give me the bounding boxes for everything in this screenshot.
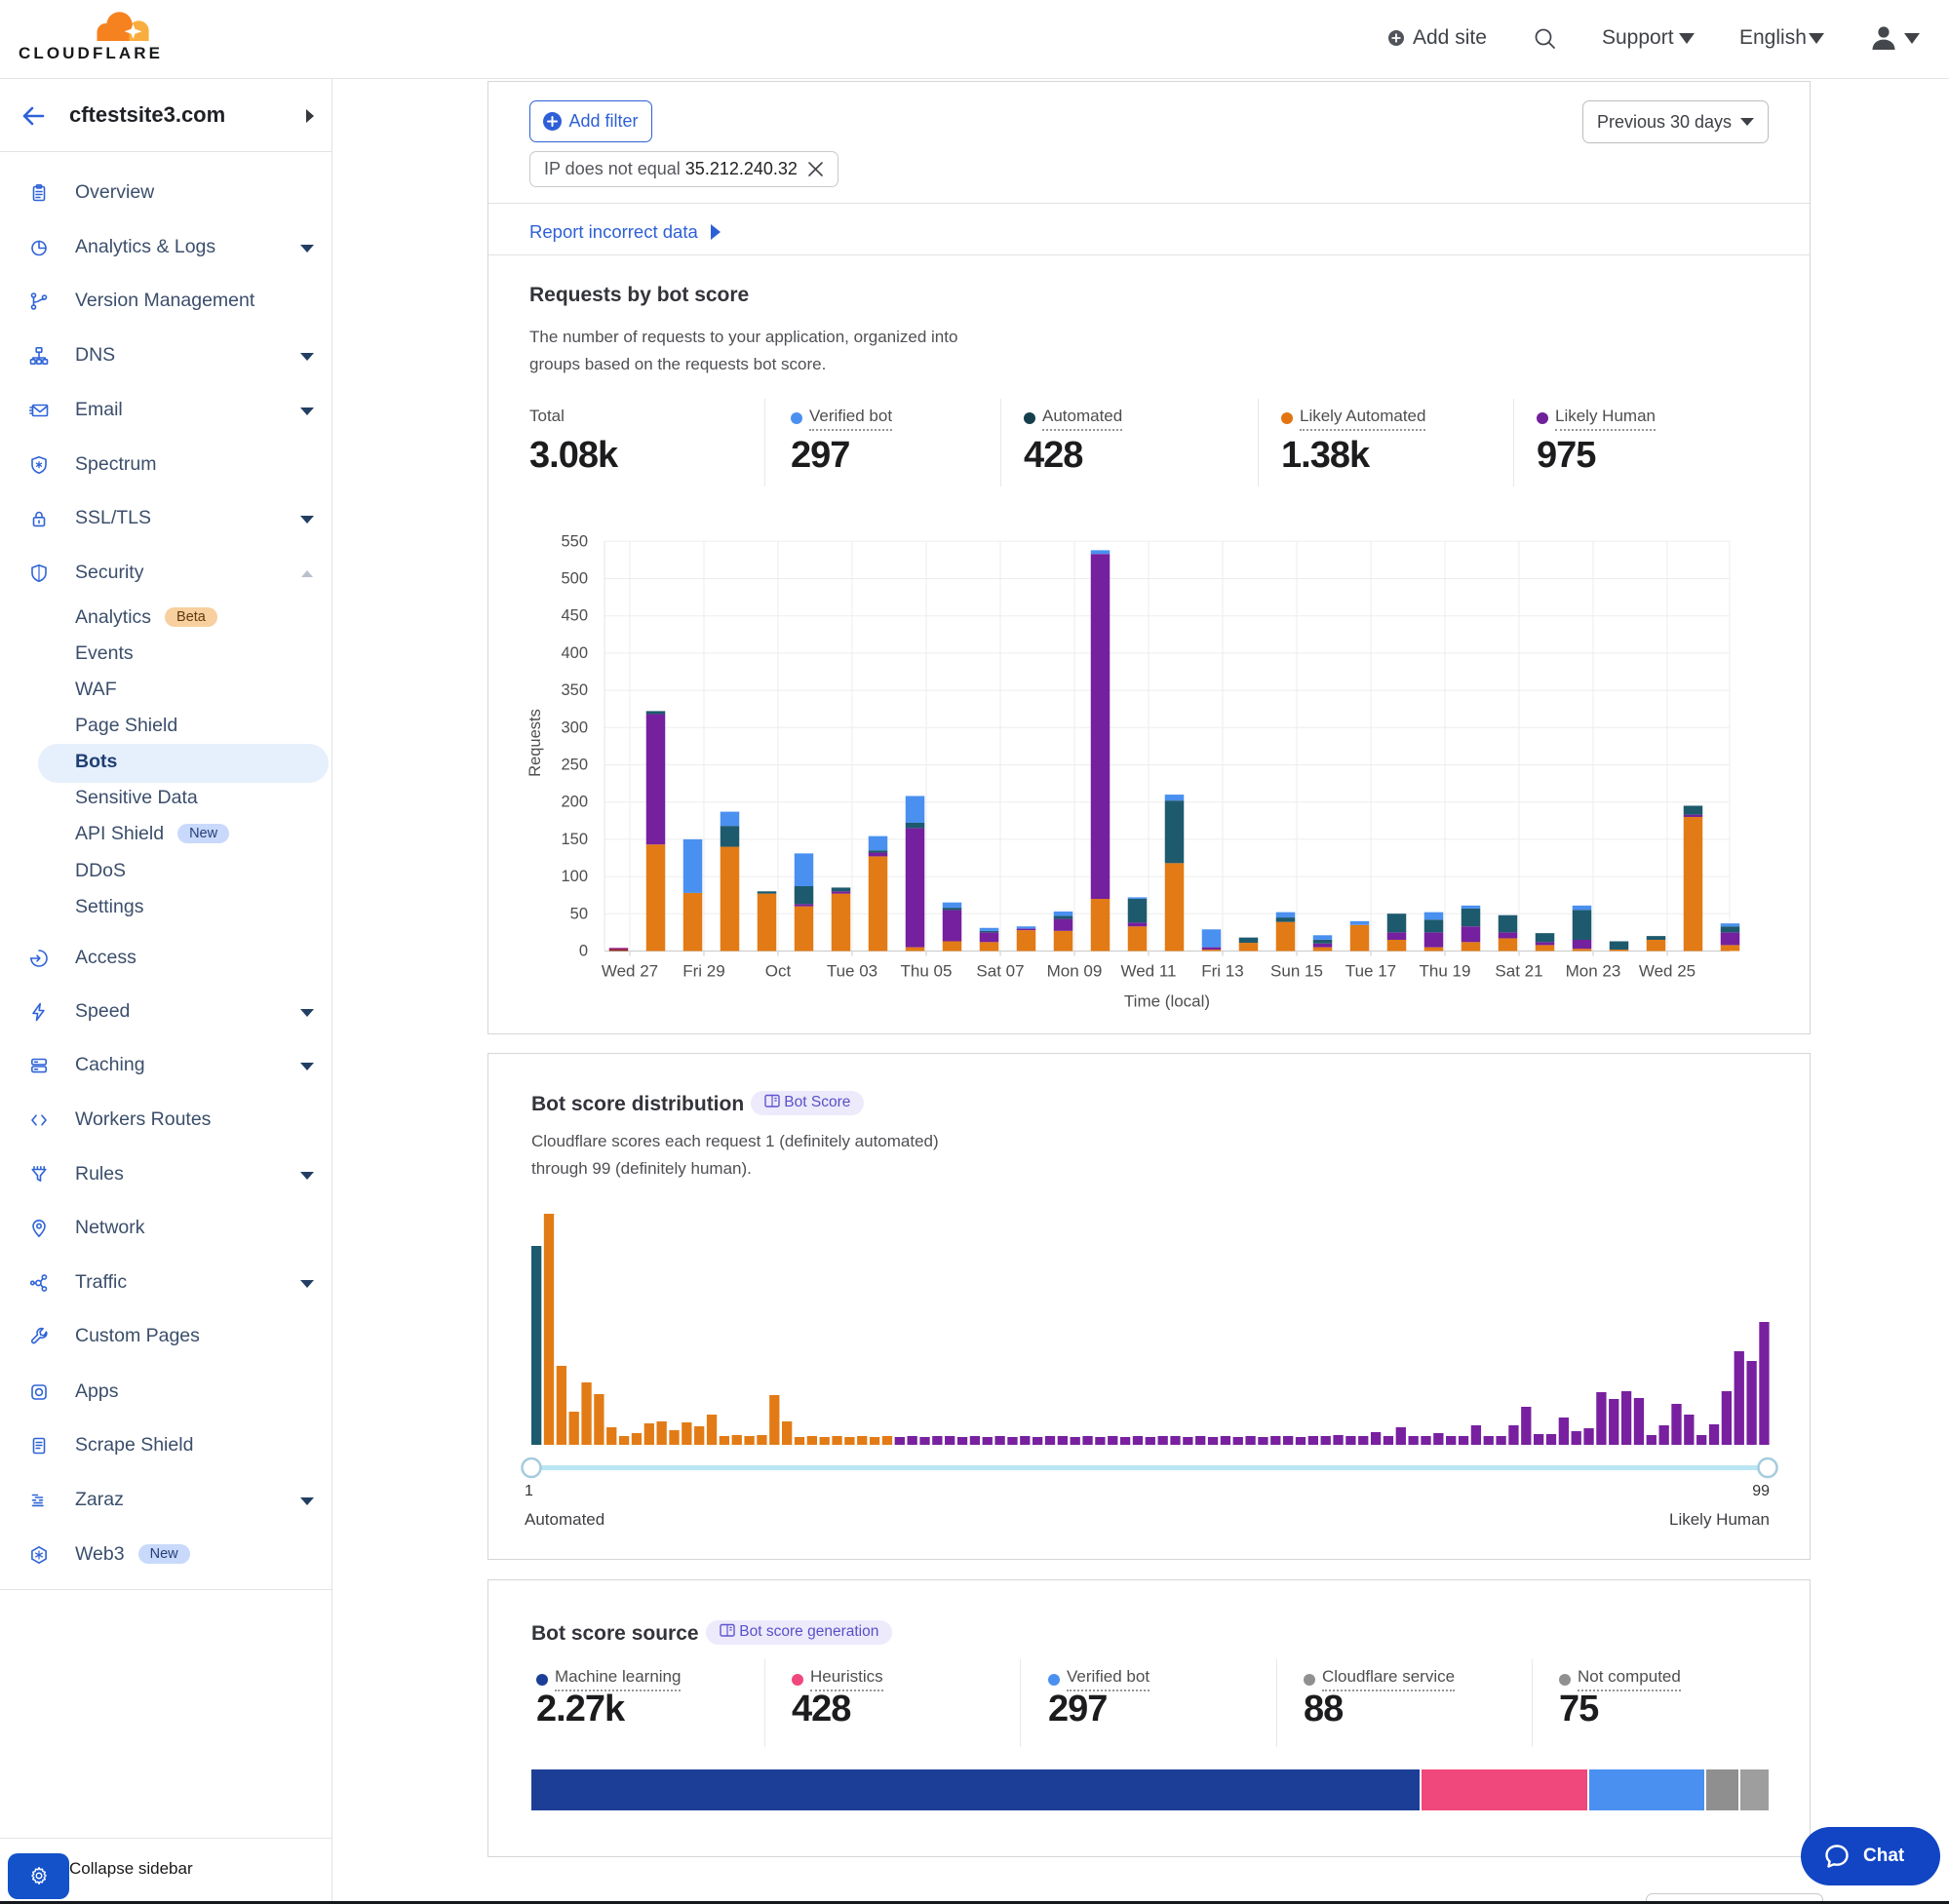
svg-text:Wed 25: Wed 25 bbox=[1639, 962, 1696, 981]
svg-text:150: 150 bbox=[561, 831, 588, 848]
svg-text:350: 350 bbox=[561, 681, 588, 699]
svg-text:550: 550 bbox=[561, 532, 588, 550]
svg-text:Fri 29: Fri 29 bbox=[682, 962, 724, 981]
svg-text:Time (local): Time (local) bbox=[1124, 992, 1210, 1011]
svg-text:Sun 15: Sun 15 bbox=[1270, 962, 1323, 981]
svg-text:300: 300 bbox=[561, 719, 588, 736]
svg-text:250: 250 bbox=[561, 757, 588, 774]
svg-text:Sat 21: Sat 21 bbox=[1495, 962, 1542, 981]
svg-text:450: 450 bbox=[561, 607, 588, 625]
svg-text:Requests: Requests bbox=[526, 709, 544, 777]
svg-text:Wed 27: Wed 27 bbox=[602, 962, 658, 981]
svg-text:Thu 05: Thu 05 bbox=[901, 962, 953, 981]
svg-text:Fri 13: Fri 13 bbox=[1201, 962, 1243, 981]
svg-text:Sat 07: Sat 07 bbox=[976, 962, 1024, 981]
svg-text:100: 100 bbox=[561, 868, 588, 885]
svg-text:Wed 11: Wed 11 bbox=[1120, 962, 1176, 981]
svg-text:Tue 03: Tue 03 bbox=[827, 962, 877, 981]
svg-text:500: 500 bbox=[561, 570, 588, 588]
svg-text:Oct: Oct bbox=[765, 962, 792, 981]
svg-text:Mon 09: Mon 09 bbox=[1047, 962, 1103, 981]
svg-text:50: 50 bbox=[570, 905, 588, 922]
svg-text:0: 0 bbox=[579, 943, 588, 960]
svg-text:Mon 23: Mon 23 bbox=[1566, 962, 1621, 981]
svg-text:400: 400 bbox=[561, 644, 588, 662]
svg-text:200: 200 bbox=[561, 794, 588, 811]
svg-text:Thu 19: Thu 19 bbox=[1420, 962, 1471, 981]
svg-text:Tue 17: Tue 17 bbox=[1345, 962, 1396, 981]
